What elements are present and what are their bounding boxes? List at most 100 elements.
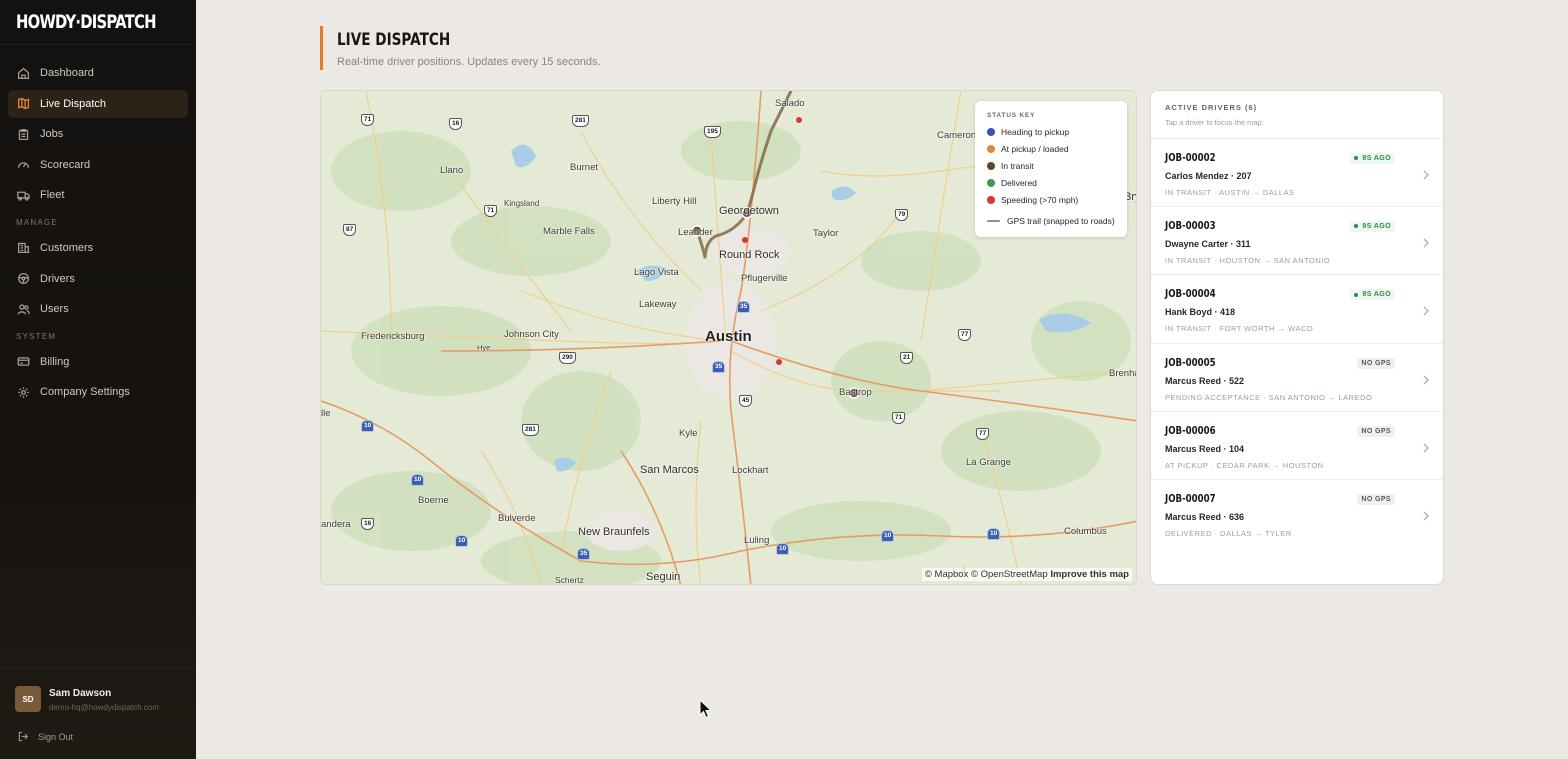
driver-list-item[interactable]: JOB-00005 Marcus Reed · 522 PENDING ACCE… <box>1151 344 1443 412</box>
attribution-mapbox-link[interactable]: © Mapbox <box>925 569 968 580</box>
panel-hint: Tap a driver to focus the map. <box>1165 118 1264 127</box>
city-label: Lakeway <box>639 299 677 310</box>
highway-shield: 10 <box>361 420 375 432</box>
driver-route: AT PICKUP · CEDAR PARK → HOUSTON <box>1165 460 1324 470</box>
legend-item: Speeding (>70 mph) <box>987 191 1127 208</box>
live-map[interactable]: Salado Cameron Llano Burnet Kingsland Li… <box>320 90 1137 585</box>
sidebar-item-label: Scorecard <box>40 158 91 171</box>
sidebar-item-fleet[interactable]: Fleet <box>8 181 188 209</box>
sidebar-item-label: Billing <box>40 355 70 368</box>
users-icon <box>17 303 30 316</box>
driver-list-item[interactable]: JOB-00003 Dwayne Carter · 311 IN TRANSIT… <box>1151 207 1443 276</box>
city-label: San Marcos <box>640 464 699 476</box>
city-label: lle <box>321 408 331 419</box>
city-label: Lockhart <box>732 465 769 476</box>
attribution-osm-link[interactable]: © OpenStreetMap <box>971 569 1048 580</box>
legend-dot <box>987 195 995 204</box>
sidebar-item-users[interactable]: Users <box>8 295 188 323</box>
highway-shield: 35 <box>712 361 726 373</box>
highway-shield: 87 <box>343 224 357 236</box>
legend-label: Heading to pickup <box>1001 127 1070 138</box>
gps-status-badge: NO GPS <box>1357 425 1395 437</box>
sign-out-label: Sign Out <box>38 731 74 742</box>
driver-list-item[interactable]: JOB-00007 Marcus Reed · 636 DELIVERED · … <box>1151 480 1443 548</box>
highway-shield: 10 <box>776 543 790 555</box>
sidebar-item-jobs[interactable]: Jobs <box>8 120 188 148</box>
page-title: LIVE DISPATCH <box>337 30 451 50</box>
highway-shield: 281 <box>572 115 589 127</box>
trail-line-icon <box>987 220 1000 223</box>
legend-item-trail: GPS trail (snapped to roads) <box>987 213 1127 230</box>
legend-label: GPS trail (snapped to roads) <box>1007 216 1115 227</box>
legend-label: Speeding (>70 mph) <box>1001 194 1079 205</box>
sidebar-item-label: Fleet <box>40 189 65 202</box>
driver-list-item[interactable]: JOB-00004 Hank Boyd · 418 IN TRANSIT · F… <box>1151 275 1443 344</box>
highway-shield: 281 <box>522 424 539 436</box>
chevron-right-icon <box>1422 303 1430 316</box>
user-block: SD Sam Dawson demo-hq@howdydispatch.com … <box>0 668 196 759</box>
driver-name: Marcus Reed · 522 <box>1165 375 1245 386</box>
chevron-right-icon <box>1422 372 1430 385</box>
sidebar-item-live-dispatch[interactable]: Live Dispatch <box>8 89 188 118</box>
driver-name: Hank Boyd · 418 <box>1165 307 1236 318</box>
sidebar-item-label: Jobs <box>40 128 64 141</box>
highway-shield: 16 <box>361 518 375 530</box>
sidebar: HOWDY·DISPATCH Dashboard Live Dispatch J… <box>0 0 196 759</box>
gps-status-badge: NO GPS <box>1357 493 1395 505</box>
brand-logo[interactable]: HOWDY·DISPATCH <box>16 11 156 33</box>
sidebar-item-company-settings[interactable]: Company Settings <box>8 378 188 406</box>
city-label: andera <box>321 519 351 530</box>
legend-dot <box>987 178 995 187</box>
city-label: La Grange <box>966 457 1011 468</box>
highway-shield: 35 <box>577 548 591 560</box>
sidebar-item-billing[interactable]: Billing <box>8 348 188 376</box>
page-subtitle: Real-time driver positions. Updates ever… <box>337 56 601 68</box>
avatar[interactable]: SD <box>15 686 41 712</box>
city-label: Burnet <box>570 162 598 173</box>
city-label: Kingsland <box>504 199 540 208</box>
city-label: Taylor <box>813 228 839 239</box>
highway-shield: 21 <box>900 352 914 364</box>
driver-name: Marcus Reed · 636 <box>1165 511 1245 522</box>
sidebar-item-customers[interactable]: Customers <box>8 234 188 262</box>
city-label: Liberty Hill <box>652 196 697 207</box>
legend-item: Delivered <box>987 174 1127 191</box>
sidebar-item-label: Users <box>40 303 69 316</box>
sign-out-button[interactable]: Sign Out <box>18 731 73 742</box>
city-label: Johnson City <box>504 329 559 340</box>
sidebar-nav: Dashboard Live Dispatch Jobs Scorecard F… <box>8 59 188 409</box>
sidebar-item-drivers[interactable]: Drivers <box>8 265 188 293</box>
driver-list-item[interactable]: JOB-00002 Carlos Mendez · 207 IN TRANSIT… <box>1151 139 1443 208</box>
legend-title: STATUS KEY <box>987 112 1036 119</box>
user-email: demo-hq@howdydispatch.com <box>49 703 159 712</box>
highway-shield: 195 <box>704 126 721 138</box>
city-label: Georgetown <box>719 205 779 217</box>
highway-shield: 77 <box>958 329 972 341</box>
sidebar-item-label: Live Dispatch <box>40 97 107 110</box>
nav-section-system: SYSTEM <box>16 332 57 342</box>
sidebar-item-label: Drivers <box>40 272 75 285</box>
chevron-right-icon <box>1422 235 1430 248</box>
status-legend: STATUS KEY Heading to pickup At pickup /… <box>975 101 1127 237</box>
user-name: Sam Dawson <box>49 688 112 699</box>
city-label: Schertz <box>555 575 584 585</box>
legend-dot <box>987 145 995 154</box>
legend-dot <box>987 161 995 170</box>
highway-shield: 77 <box>976 428 990 440</box>
highway-shield: 10 <box>455 535 469 547</box>
improve-map-link[interactable]: Improve this map <box>1050 569 1129 580</box>
legend-item: At pickup / loaded <box>987 141 1127 158</box>
city-label: Luling <box>744 535 770 546</box>
chevron-right-icon <box>1422 440 1430 453</box>
legend-dot <box>987 128 995 137</box>
city-label: Austin <box>705 328 752 345</box>
sidebar-item-dashboard[interactable]: Dashboard <box>8 59 188 87</box>
city-label: Lago Vista <box>634 267 679 278</box>
city-label: Kyle <box>679 428 698 439</box>
driver-list-item[interactable]: JOB-00006 Marcus Reed · 104 AT PICKUP · … <box>1151 412 1443 480</box>
clipboard-icon <box>17 128 30 141</box>
city-label: Seguin <box>646 571 681 583</box>
steering-icon <box>17 272 30 285</box>
panel-header: ACTIVE DRIVERS (6) Tap a driver to focus… <box>1151 91 1443 139</box>
sidebar-item-scorecard[interactable]: Scorecard <box>8 151 188 179</box>
